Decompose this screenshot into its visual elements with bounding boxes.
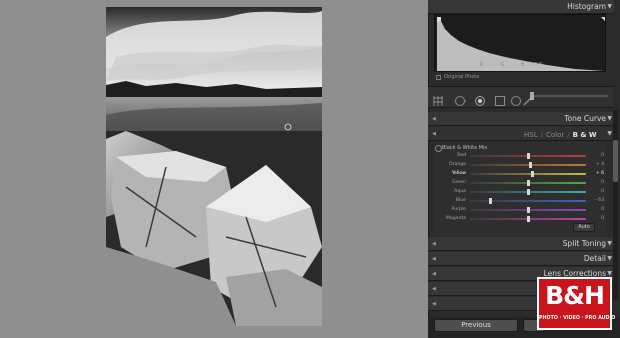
slider-handle[interactable] <box>526 189 530 195</box>
bw-slider-magenta[interactable]: Magenta 0 <box>436 215 608 223</box>
histogram-header[interactable]: Histogram ▼ <box>428 0 614 14</box>
detail-title: Detail <box>583 254 606 263</box>
slider-value[interactable]: 0 <box>588 179 604 187</box>
auto-button[interactable]: Auto <box>573 223 595 232</box>
panel-scroll-thumb[interactable] <box>613 140 618 182</box>
previous-button[interactable]: Previous <box>434 319 518 332</box>
slider-handle[interactable] <box>526 180 530 186</box>
section-expand-icon: ◀ <box>432 286 436 292</box>
tab-hsl[interactable]: HSL <box>524 131 538 139</box>
slider-value[interactable]: + 4 <box>588 161 604 169</box>
collapse-caret-icon[interactable]: ▼ <box>607 0 612 14</box>
readout-b-label: B <box>520 62 525 68</box>
detail-header[interactable]: ◀ Detail ▼ <box>428 252 614 266</box>
photo-preview[interactable] <box>106 7 322 326</box>
bw-slider-yellow[interactable]: Yellow + 6 <box>436 170 608 178</box>
split-toning-header[interactable]: ◀ Split Toning ▼ <box>428 237 614 251</box>
slider-label: Blue <box>455 198 466 203</box>
brush-amount-handle[interactable] <box>530 92 534 100</box>
slider-label: Purple <box>451 207 466 212</box>
slider-value[interactable]: 0 <box>588 206 604 214</box>
readout-b-value: 12.6 <box>526 62 538 68</box>
readout-unit: % <box>539 62 544 68</box>
tool-strip <box>428 86 614 108</box>
bw-slider-green[interactable]: Green 0 <box>436 179 608 187</box>
radial-filter-icon[interactable] <box>510 92 522 106</box>
bh-logo-mark: B&H <box>545 281 605 310</box>
slider-track[interactable] <box>470 200 586 202</box>
slider-track[interactable] <box>470 173 586 175</box>
slider-handle[interactable] <box>526 207 530 213</box>
section-expand-icon: ◀ <box>432 271 436 277</box>
bw-slider-red[interactable]: Red 0 <box>436 152 608 160</box>
bw-slider-blue[interactable]: Blue – 63 <box>436 197 608 205</box>
slider-value[interactable]: 0 <box>588 152 604 160</box>
section-expand-icon: ◀ <box>432 241 436 247</box>
histogram-title: Histogram <box>567 2 606 11</box>
red-eye-icon[interactable] <box>474 92 486 106</box>
transform-header[interactable]: ◀ <box>428 282 536 296</box>
checkbox-icon[interactable] <box>436 74 441 80</box>
graduated-filter-icon[interactable] <box>494 92 506 106</box>
effects-header[interactable]: ◀ <box>428 297 536 311</box>
tone-curve-header[interactable]: ◀ Tone Curve ▼ <box>428 112 614 126</box>
slider-value[interactable]: + 6 <box>588 170 604 178</box>
split-toning-title: Split Toning <box>562 239 606 248</box>
slider-value[interactable]: 0 <box>588 215 604 223</box>
slider-label: Red <box>457 153 466 158</box>
tone-curve-title: Tone Curve <box>564 114 606 123</box>
slider-label: Orange <box>449 162 466 167</box>
bh-logo-tagline: PHOTO · VIDEO · PRO AUDIO <box>539 316 616 321</box>
section-expand-icon: ◀ <box>432 116 436 122</box>
slider-value[interactable]: 0 <box>588 188 604 196</box>
hsl-tab-bar: HSL / Color / B & W <box>524 131 597 139</box>
collapse-caret-icon[interactable]: ▼ <box>607 237 612 251</box>
readout-g-value: 12.6 <box>506 62 518 68</box>
bw-slider-purple[interactable]: Purple 0 <box>436 206 608 214</box>
grid-crop-icon[interactable] <box>432 92 444 106</box>
slider-handle[interactable] <box>528 162 532 168</box>
photo-canvas[interactable] <box>0 0 428 338</box>
section-expand-icon: ◀ <box>432 131 436 137</box>
histogram-readout: R 12.6 G 12.6 B 12.6 % <box>478 62 544 68</box>
bw-mix-title: Black & White Mix <box>442 145 488 151</box>
slider-handle[interactable] <box>531 171 535 177</box>
slider-label: Aqua <box>454 189 466 194</box>
collapse-caret-icon[interactable]: ▼ <box>607 252 612 266</box>
slider-handle[interactable] <box>526 153 530 159</box>
section-expand-icon: ◀ <box>432 256 436 262</box>
slider-label: Green <box>452 180 466 185</box>
tab-bw[interactable]: B & W <box>573 131 597 139</box>
spot-removal-icon[interactable] <box>454 92 466 106</box>
bw-slider-orange[interactable]: Orange + 4 <box>436 161 608 169</box>
readout-g-label: G <box>500 62 505 68</box>
readout-r-value: 12.6 <box>485 62 497 68</box>
slider-label: Magenta <box>445 216 466 221</box>
collapse-caret-icon[interactable]: ▼ <box>607 127 612 141</box>
original-photo-toggle[interactable]: Original Photo <box>436 74 479 80</box>
panel-scrollbar[interactable] <box>613 110 618 300</box>
readout-r-label: R <box>480 62 484 68</box>
tab-color[interactable]: Color <box>546 131 564 139</box>
bw-landscape-image <box>106 7 322 326</box>
slider-handle[interactable] <box>489 198 493 204</box>
slider-value[interactable]: – 63 <box>588 197 604 205</box>
collapse-caret-icon[interactable]: ▼ <box>607 112 612 126</box>
bw-slider-aqua[interactable]: Aqua 0 <box>436 188 608 196</box>
section-expand-icon: ◀ <box>432 301 436 307</box>
brush-amount-track[interactable] <box>532 95 608 97</box>
slider-handle[interactable] <box>526 216 530 222</box>
slider-label: Yellow <box>451 171 466 176</box>
target-adjustment-icon[interactable] <box>435 145 442 152</box>
original-photo-label: Original Photo <box>444 74 480 80</box>
